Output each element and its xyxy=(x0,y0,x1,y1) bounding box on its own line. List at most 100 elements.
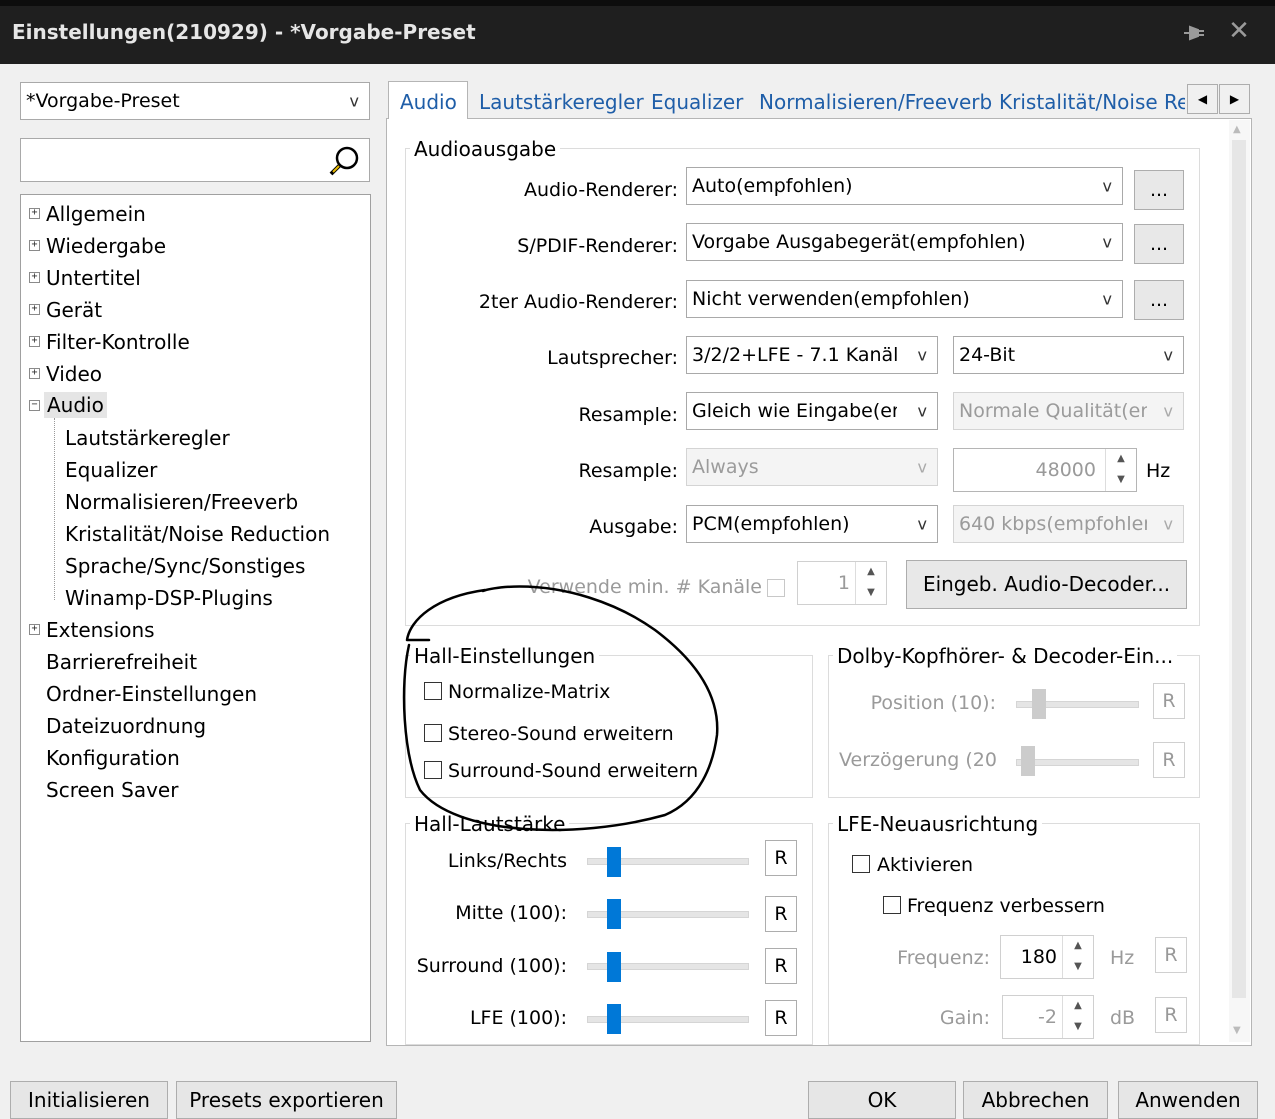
dolby-delay-thumb[interactable] xyxy=(1021,746,1036,776)
tab-scroll-left-icon[interactable]: ◀ xyxy=(1187,84,1218,114)
spinner-arrows[interactable]: ▲ ▼ xyxy=(1062,936,1093,978)
dolby-position-thumb[interactable] xyxy=(1032,689,1047,719)
tree-item-kristalitaet[interactable]: Kristalität/Noise Reduction xyxy=(65,522,330,546)
spin-down-icon[interactable]: ▼ xyxy=(1106,470,1136,491)
lr-label: Links/Rechts xyxy=(447,850,567,872)
expand-icon[interactable]: + xyxy=(29,208,40,219)
tree-item-normalisieren[interactable]: Normalisieren/Freeverb xyxy=(65,490,298,514)
surround-thumb[interactable] xyxy=(607,952,621,982)
lr-thumb[interactable] xyxy=(607,847,621,877)
tree-item-lautstaerkeregler[interactable]: Lautstärkeregler xyxy=(65,426,230,450)
vertical-scrollbar[interactable]: ▲ ▼ xyxy=(1229,120,1250,1042)
mid-thumb[interactable] xyxy=(607,899,621,929)
close-icon[interactable]: ✕ xyxy=(1227,18,1251,44)
gain-reset-button[interactable]: R xyxy=(1155,997,1187,1033)
dolby-position-reset-button[interactable]: R xyxy=(1153,683,1185,719)
resample-select[interactable]: Gleich wie Eingabe(em v xyxy=(686,392,938,430)
spinner-arrows[interactable]: ▲ ▼ xyxy=(1062,996,1093,1038)
spin-down-icon[interactable]: ▼ xyxy=(1063,1017,1093,1038)
spdif-renderer-select[interactable]: Vorgabe Ausgabegerät(empfohlen) v xyxy=(686,223,1123,261)
ok-button[interactable]: OK xyxy=(808,1081,956,1119)
tab-audio[interactable]: Audio xyxy=(400,90,457,114)
expand-icon[interactable]: + xyxy=(29,624,40,635)
init-button[interactable]: Initialisieren xyxy=(10,1081,168,1119)
tree-item-dateizuordnung[interactable]: Dateizuordnung xyxy=(46,714,206,738)
tree-item-equalizer[interactable]: Equalizer xyxy=(65,458,157,482)
freq-reset-button[interactable]: R xyxy=(1155,937,1187,973)
tree-item-filter-kontrolle[interactable]: Filter-Kontrolle xyxy=(46,330,190,354)
bitrate-select[interactable]: 640 kbps(empfohler v xyxy=(953,505,1184,543)
surround-reset-button[interactable]: R xyxy=(765,948,797,984)
scroll-down-icon[interactable]: ▼ xyxy=(1233,1025,1241,1036)
samplerate-spinner[interactable]: 48000 ▲ ▼ xyxy=(953,448,1137,492)
tree-item-screen-saver[interactable]: Screen Saver xyxy=(46,778,178,802)
min-channels-checkbox[interactable] xyxy=(767,579,785,597)
search-input[interactable] xyxy=(25,145,324,177)
lfe-vol-reset-button[interactable]: R xyxy=(765,1000,797,1036)
cancel-button[interactable]: Abbrechen xyxy=(963,1081,1108,1119)
tree-item-audio[interactable]: Audio xyxy=(44,392,107,418)
tree-item-untertitel[interactable]: Untertitel xyxy=(46,266,141,290)
spin-up-icon[interactable]: ▲ xyxy=(1063,996,1093,1017)
search-box[interactable] xyxy=(20,138,370,182)
speaker-select[interactable]: 3/2/2+LFE - 7.1 Kanäle v xyxy=(686,336,938,374)
spin-down-icon[interactable]: ▼ xyxy=(1063,957,1093,978)
expand-icon[interactable]: + xyxy=(29,368,40,379)
dolby-delay-reset-button[interactable]: R xyxy=(1153,742,1185,778)
tree-item-winamp[interactable]: Winamp-DSP-Plugins xyxy=(65,586,273,610)
tree-item-video[interactable]: Video xyxy=(46,362,102,386)
preset-select[interactable]: *Vorgabe-Preset v xyxy=(20,82,370,120)
mid-reset-button[interactable]: R xyxy=(765,896,797,932)
tree-item-ordner[interactable]: Ordner-Einstellungen xyxy=(46,682,257,706)
output-select[interactable]: PCM(empfohlen) v xyxy=(686,505,938,543)
tab-lautstaerkeregler[interactable]: Lautstärkeregler xyxy=(479,90,644,114)
lr-reset-button[interactable]: R xyxy=(765,840,797,876)
tab-equalizer[interactable]: Equalizer xyxy=(651,90,743,114)
resample-mode-select[interactable]: Always v xyxy=(686,448,938,486)
second-renderer-value: Nicht verwenden(empfohlen) xyxy=(692,288,970,310)
dolby-delay-label: Verzögerung (20 xyxy=(839,749,997,771)
gain-spinner[interactable]: -2 ▲ ▼ xyxy=(1002,995,1094,1039)
expand-icon[interactable]: + xyxy=(29,336,40,347)
tab-scroll-right-icon[interactable]: ▶ xyxy=(1219,84,1250,114)
export-presets-button[interactable]: Presets exportieren xyxy=(176,1081,397,1119)
spdif-renderer-more-button[interactable]: ... xyxy=(1134,224,1184,264)
bit-depth-select[interactable]: 24-Bit v xyxy=(953,336,1184,374)
resample-quality-select[interactable]: Normale Qualität(er v xyxy=(953,392,1184,430)
min-channels-spinner[interactable]: 1 ▲ ▼ xyxy=(797,561,887,605)
tree-item-sprache[interactable]: Sprache/Sync/Sonstiges xyxy=(65,554,305,578)
expand-icon[interactable]: + xyxy=(29,240,40,251)
tree-item-wiedergabe[interactable]: Wiedergabe xyxy=(46,234,166,258)
spin-up-icon[interactable]: ▲ xyxy=(856,562,886,583)
tree-item-barrierefreiheit[interactable]: Barrierefreiheit xyxy=(46,650,197,674)
pin-icon[interactable] xyxy=(1180,22,1206,44)
tab-normalisieren[interactable]: Normalisieren/Freeverb xyxy=(759,90,992,114)
tab-kristalitaet[interactable]: Kristalität/Noise Red xyxy=(999,90,1185,114)
freq-spinner[interactable]: 180 ▲ ▼ xyxy=(1000,935,1094,979)
freq-improve-checkbox[interactable] xyxy=(883,896,901,914)
collapse-icon[interactable]: − xyxy=(29,400,40,411)
spin-down-icon[interactable]: ▼ xyxy=(856,583,886,604)
spin-up-icon[interactable]: ▲ xyxy=(1063,936,1093,957)
audio-renderer-more-button[interactable]: ... xyxy=(1134,170,1184,210)
expand-icon[interactable]: + xyxy=(29,272,40,283)
spinner-arrows[interactable]: ▲ ▼ xyxy=(1105,449,1136,491)
spin-up-icon[interactable]: ▲ xyxy=(1106,449,1136,470)
tree-item-konfiguration[interactable]: Konfiguration xyxy=(46,746,180,770)
lfe-activate-checkbox[interactable] xyxy=(852,855,870,873)
tree-item-geraet[interactable]: Gerät xyxy=(46,298,102,322)
tree-item-allgemein[interactable]: Allgemein xyxy=(46,202,146,226)
audio-renderer-select[interactable]: Auto(empfohlen) v xyxy=(686,167,1123,205)
spinner-arrows[interactable]: ▲ ▼ xyxy=(855,562,886,604)
apply-button[interactable]: Anwenden xyxy=(1118,1081,1258,1119)
expand-icon[interactable]: + xyxy=(29,304,40,315)
audio-decoder-button[interactable]: Eingeb. Audio-Decoder... xyxy=(906,560,1187,609)
lfe-vol-thumb[interactable] xyxy=(607,1004,621,1034)
audio-renderer-value: Auto(empfohlen) xyxy=(692,175,853,197)
tree-item-extensions[interactable]: Extensions xyxy=(46,618,155,642)
second-renderer-select[interactable]: Nicht verwenden(empfohlen) v xyxy=(686,280,1123,318)
scroll-up-icon[interactable]: ▲ xyxy=(1233,124,1241,135)
search-icon[interactable] xyxy=(327,143,363,179)
second-renderer-more-button[interactable]: ... xyxy=(1134,280,1184,320)
scroll-thumb[interactable] xyxy=(1232,140,1246,998)
